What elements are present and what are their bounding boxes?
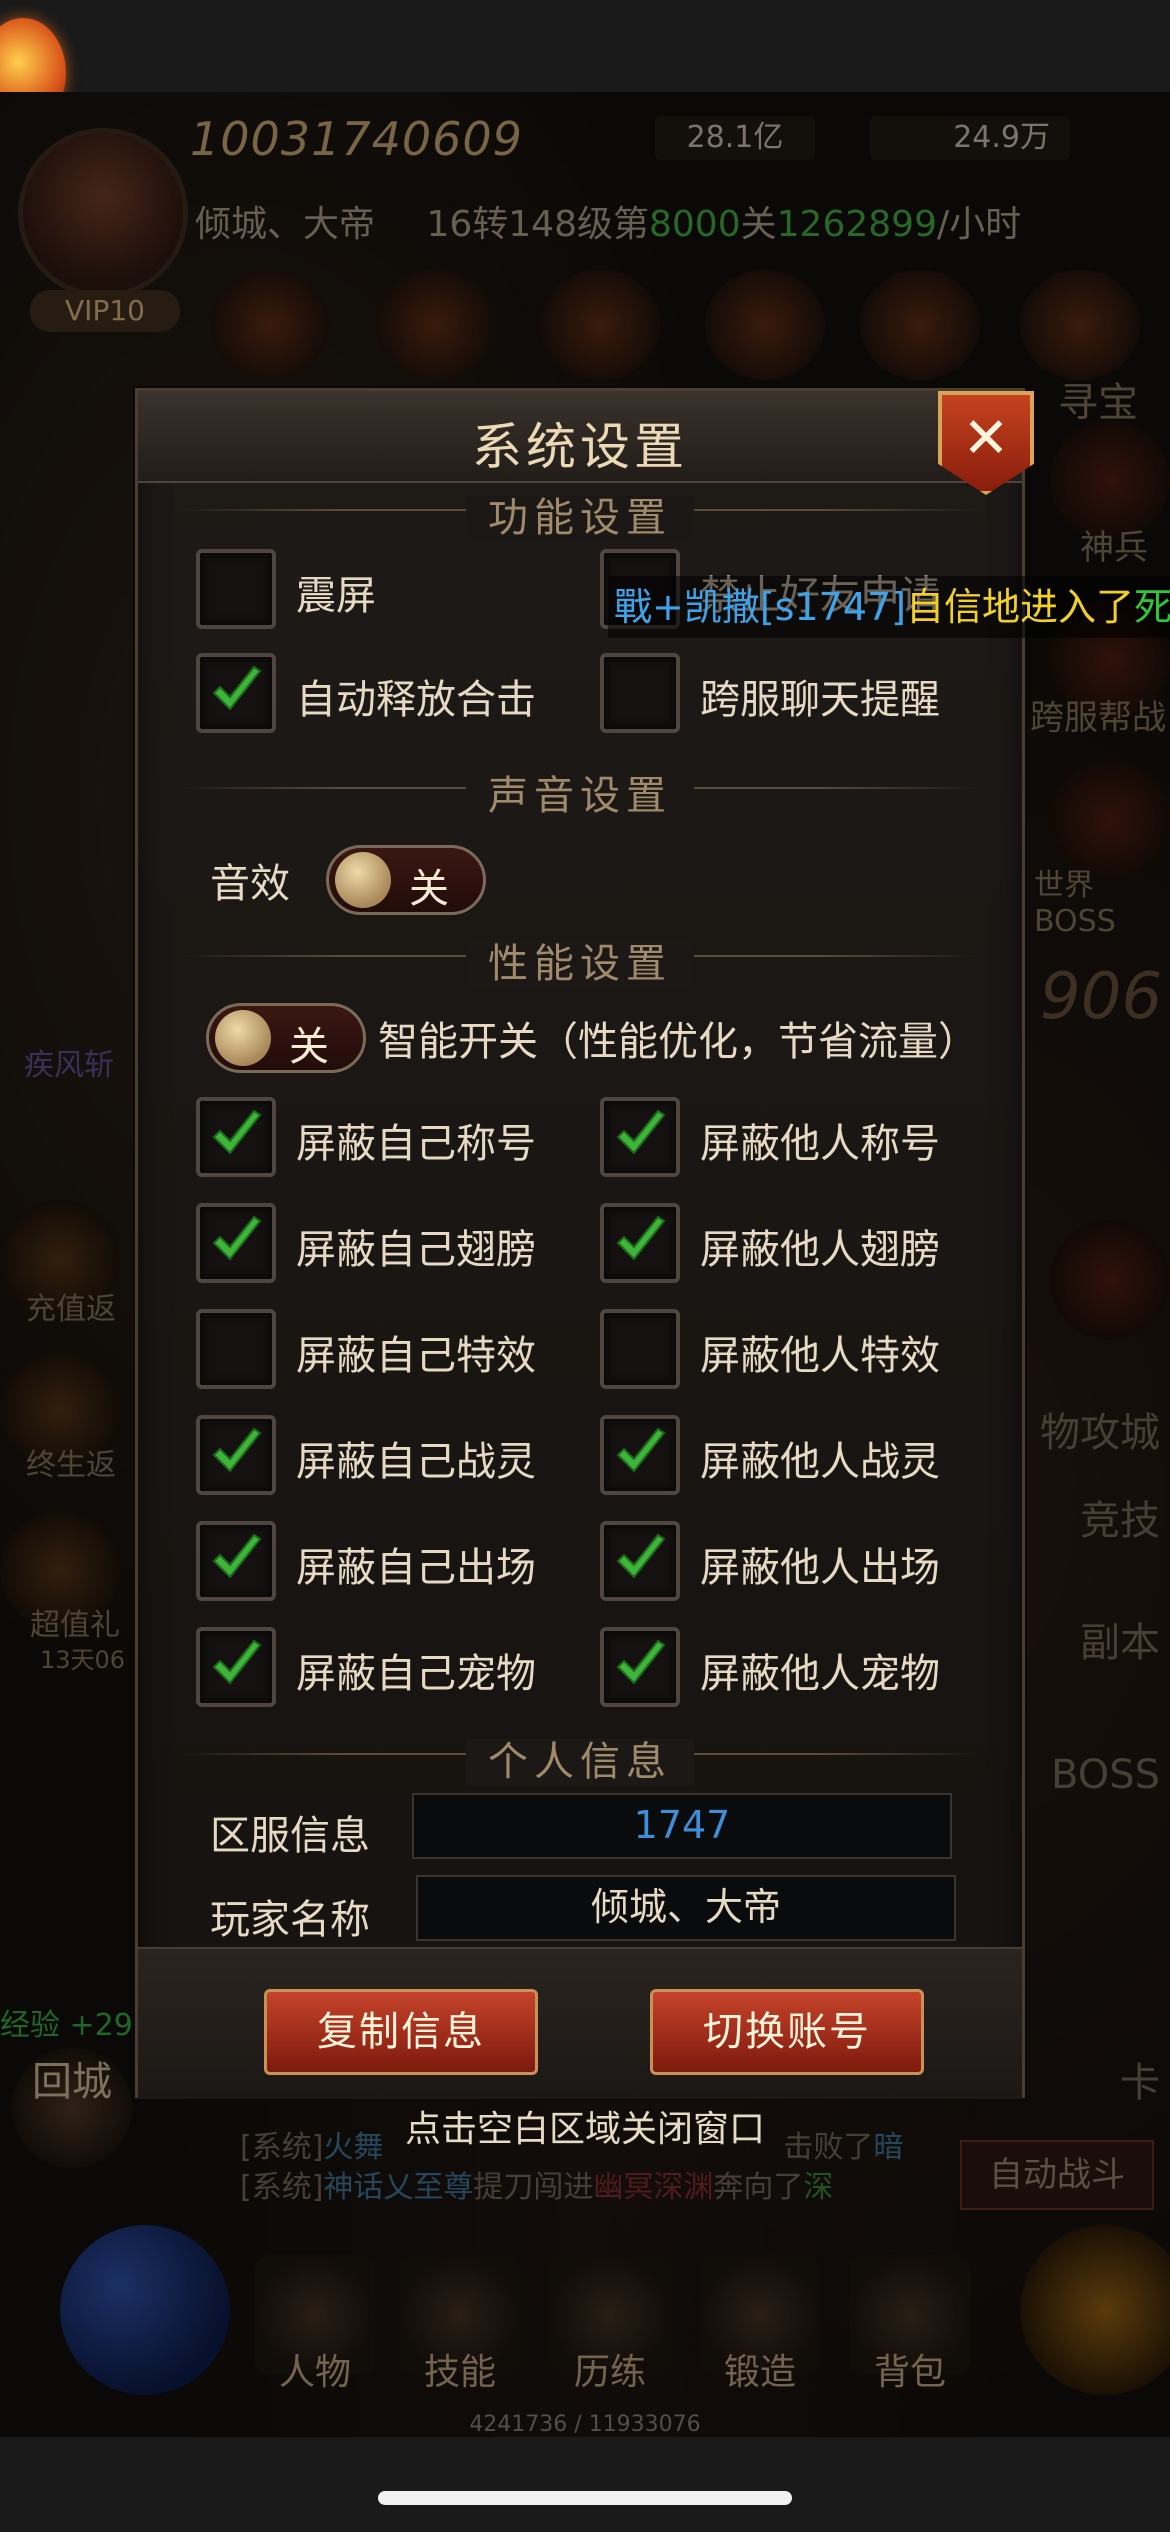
checkbox[interactable] xyxy=(600,1521,680,1601)
sound-effect-label: 音效 xyxy=(210,861,290,907)
checkbox-label: 屏蔽他人出场 xyxy=(700,1545,940,1591)
checkbox-label: 屏蔽自己称号 xyxy=(296,1121,536,1167)
broadcast-message: 自信地进入了 xyxy=(906,585,1135,629)
broadcast-sender: 戰+凯撒[s1747] xyxy=(614,585,906,629)
settings-row: 屏蔽自己称号 屏蔽他人称号 xyxy=(138,1097,1022,1181)
checkmark-icon xyxy=(212,1639,262,1685)
player-name-value: 倾城、大帝 xyxy=(416,1875,956,1941)
server-info-value: 1747 xyxy=(412,1793,952,1859)
section-performance: 性能设置 xyxy=(178,931,982,987)
checkbox[interactable] xyxy=(600,1097,680,1177)
switch-knob xyxy=(215,1010,271,1066)
checkmark-icon xyxy=(616,1215,666,1261)
checkbox[interactable] xyxy=(196,1627,276,1707)
world-broadcast: 戰+凯撒[s1747]自信地进入了死 xyxy=(608,576,1170,638)
checkbox[interactable] xyxy=(600,1203,680,1283)
settings-row: 自动释放合击 跨服聊天提醒 xyxy=(138,653,1022,737)
checkbox-label: 屏蔽他人战灵 xyxy=(700,1439,940,1485)
checkbox[interactable] xyxy=(196,1415,276,1495)
switch-knob xyxy=(335,852,391,908)
system-settings-dialog: 系统设置 功能设置 震屏 禁止好友申请 自动释放合击 跨服聊天提醒 声音设置 音… xyxy=(135,388,1034,2099)
checkbox[interactable] xyxy=(196,1203,276,1283)
checkmark-icon xyxy=(212,1215,262,1261)
section-sound-label: 声音设置 xyxy=(466,773,694,819)
status-bar xyxy=(0,0,1170,92)
checkbox-label: 自动释放合击 xyxy=(296,677,536,723)
server-info-label: 区服信息 xyxy=(210,1813,370,1859)
section-performance-label: 性能设置 xyxy=(466,941,694,987)
dialog-title-bar: 系统设置 xyxy=(138,391,1022,483)
home-indicator-area xyxy=(0,2437,1170,2532)
checkmark-icon xyxy=(616,1109,666,1155)
checkbox[interactable] xyxy=(600,1627,680,1707)
close-hint: 点击空白区域关闭窗口 xyxy=(404,2109,765,2150)
checkbox-label: 屏蔽自己特效 xyxy=(296,1333,536,1379)
checkbox-label: 屏蔽自己翅膀 xyxy=(296,1227,536,1273)
checkbox[interactable] xyxy=(196,653,276,733)
switch-state: 关 xyxy=(289,1024,329,1070)
smart-mode-switch[interactable]: 关 xyxy=(206,1003,366,1073)
checkmark-icon xyxy=(212,665,262,711)
switch-account-button[interactable]: 切换账号 xyxy=(650,1989,924,2075)
checkbox-label: 屏蔽他人翅膀 xyxy=(700,1227,940,1273)
switch-state: 关 xyxy=(409,866,449,912)
dialog-footer: 复制信息 切换账号 xyxy=(138,1947,1022,2099)
settings-row: 屏蔽自己翅膀 屏蔽他人翅膀 xyxy=(138,1203,1022,1287)
checkmark-icon xyxy=(616,1639,666,1685)
settings-row: 屏蔽自己特效 屏蔽他人特效 xyxy=(138,1309,1022,1393)
checkmark-icon xyxy=(212,1533,262,1579)
home-indicator[interactable] xyxy=(378,2491,792,2505)
section-personal: 个人信息 xyxy=(178,1729,982,1785)
broadcast-tail: 死 xyxy=(1134,585,1170,629)
checkbox-label: 屏蔽自己战灵 xyxy=(296,1439,536,1485)
checkmark-icon xyxy=(212,1427,262,1473)
checkbox[interactable] xyxy=(196,1521,276,1601)
dialog-title: 系统设置 xyxy=(472,418,688,476)
checkmark-icon xyxy=(212,1109,262,1155)
checkbox-label: 屏蔽他人宠物 xyxy=(700,1651,940,1697)
checkbox-label: 屏蔽自己出场 xyxy=(296,1545,536,1591)
player-name-label: 玩家名称 xyxy=(210,1897,370,1943)
section-sound: 声音设置 xyxy=(178,763,982,819)
sound-effect-switch[interactable]: 关 xyxy=(326,845,486,915)
checkbox-label: 震屏 xyxy=(296,573,376,619)
checkbox[interactable] xyxy=(196,1309,276,1389)
checkbox[interactable] xyxy=(196,549,276,629)
checkmark-icon xyxy=(616,1427,666,1473)
checkbox-label: 屏蔽他人称号 xyxy=(700,1121,940,1167)
checkbox[interactable] xyxy=(196,1097,276,1177)
checkbox[interactable] xyxy=(600,653,680,733)
checkbox-label: 屏蔽自己宠物 xyxy=(296,1651,536,1697)
checkbox[interactable] xyxy=(600,1309,680,1389)
settings-row: 屏蔽自己宠物 屏蔽他人宠物 xyxy=(138,1627,1022,1711)
checkbox-label: 屏蔽他人特效 xyxy=(700,1333,940,1379)
settings-row: 屏蔽自己战灵 屏蔽他人战灵 xyxy=(138,1415,1022,1499)
section-function: 功能设置 xyxy=(178,485,982,541)
section-function-label: 功能设置 xyxy=(466,495,694,541)
checkmark-icon xyxy=(616,1533,666,1579)
section-personal-label: 个人信息 xyxy=(466,1739,694,1785)
copy-info-button[interactable]: 复制信息 xyxy=(264,1989,538,2075)
checkbox-label: 跨服聊天提醒 xyxy=(700,677,940,723)
smart-mode-label: 智能开关（性能优化，节省流量） xyxy=(378,1019,978,1065)
settings-row: 屏蔽自己出场 屏蔽他人出场 xyxy=(138,1521,1022,1605)
checkbox[interactable] xyxy=(600,1415,680,1495)
